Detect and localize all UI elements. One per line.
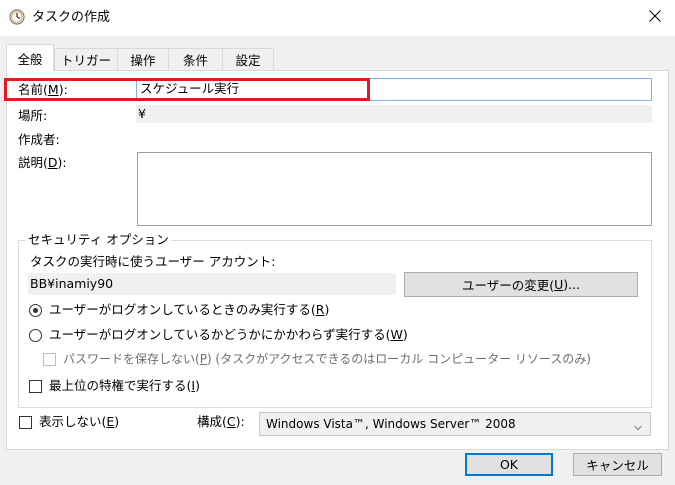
do-not-store-password-checkbox[interactable] bbox=[43, 353, 56, 366]
run-whether-logged-on-radio[interactable] bbox=[29, 329, 42, 342]
close-icon bbox=[649, 9, 661, 25]
account-prompt: タスクの実行時に使うユーザー アカウント: bbox=[30, 254, 276, 269]
location-label: 場所: bbox=[18, 108, 48, 123]
hidden-checkbox[interactable] bbox=[19, 416, 32, 429]
security-group-title: セキュリティ オプション bbox=[26, 232, 171, 248]
tab-triggers[interactable]: トリガー bbox=[54, 48, 118, 70]
account-field: BB¥inamiy90 bbox=[28, 273, 396, 295]
run-logged-on-label: ユーザーがログオンしているときのみ実行する(R) bbox=[49, 302, 330, 317]
tab-settings[interactable]: 設定 bbox=[222, 48, 274, 70]
radio-selected-dot bbox=[33, 308, 38, 313]
tab-actions[interactable]: 操作 bbox=[117, 48, 169, 70]
description-textarea[interactable] bbox=[137, 152, 652, 226]
configure-label: 構成(C): bbox=[197, 414, 245, 429]
configure-for-select[interactable]: Windows Vista™, Windows Server™ 2008 bbox=[259, 412, 651, 436]
task-clock-icon bbox=[9, 9, 25, 25]
close-button[interactable] bbox=[635, 0, 675, 34]
cancel-button[interactable]: キャンセル bbox=[573, 453, 662, 476]
chevron-down-icon bbox=[634, 420, 642, 434]
description-label: 説明(D): bbox=[18, 155, 67, 170]
ok-button[interactable]: OK bbox=[465, 453, 553, 476]
do-not-store-password-label: パスワードを保存しない(P) (タスクがアクセスできるのはローカル コンピュータ… bbox=[63, 352, 591, 366]
title-bar: タスクの作成 bbox=[0, 0, 675, 36]
name-input[interactable]: スケジュール実行 bbox=[136, 78, 652, 101]
account-value: BB¥inamiy90 bbox=[30, 276, 114, 291]
highest-privileges-checkbox[interactable] bbox=[29, 380, 42, 393]
highest-privileges-label: 最上位の特権で実行する(I) bbox=[49, 378, 200, 393]
run-whether-logged-on-label: ユーザーがログオンしているかどうかにかかわらず実行する(W) bbox=[49, 327, 408, 342]
configure-select-value: Windows Vista™, Windows Server™ 2008 bbox=[266, 417, 516, 431]
hidden-label: 表示しない(E) bbox=[39, 414, 120, 429]
author-label: 作成者: bbox=[18, 132, 60, 147]
tab-conditions[interactable]: 条件 bbox=[168, 48, 223, 70]
window-title: タスクの作成 bbox=[32, 10, 111, 25]
tab-general[interactable]: 全般 bbox=[6, 44, 54, 71]
name-input-value: スケジュール実行 bbox=[140, 81, 240, 96]
name-label: 名前(M): bbox=[18, 82, 68, 97]
location-field: ¥ bbox=[136, 105, 652, 123]
change-user-button[interactable]: ユーザーの変更(U)... bbox=[404, 272, 638, 297]
run-logged-on-radio[interactable] bbox=[29, 304, 42, 317]
location-value: ¥ bbox=[138, 106, 146, 121]
